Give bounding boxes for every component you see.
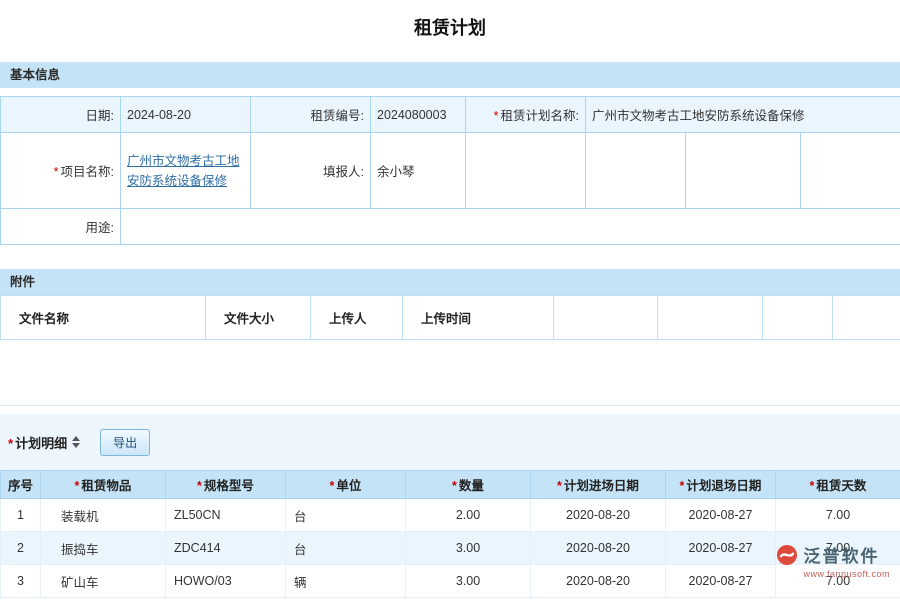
cell-rental-days: 7.00 <box>776 499 900 532</box>
cell-spec-model: ZL50CN <box>166 499 286 532</box>
purpose-label: 用途: <box>1 209 121 245</box>
empty-cell <box>686 133 801 209</box>
table-row: 3 矿山车 HOWO/03 辆 3.00 2020-08-20 2020-08-… <box>1 565 900 598</box>
required-marker: * <box>54 165 59 179</box>
cell-exit-date: 2020-08-27 <box>666 499 776 532</box>
table-row: 2 振捣车 ZDC414 台 3.00 2020-08-20 2020-08-2… <box>1 532 900 565</box>
attachments-empty-area <box>0 340 900 406</box>
empty-cell <box>801 133 900 209</box>
col-header-quantity: *数量 <box>406 471 531 499</box>
col-label: 单位 <box>336 479 361 493</box>
col-header-index: 序号 <box>1 471 41 499</box>
plan-details-header-row: 序号 *租赁物品 *规格型号 *单位 *数量 *计划进场日期 *计划退场日期 *… <box>1 471 900 499</box>
required-marker: * <box>8 436 13 451</box>
plan-details-table: 序号 *租赁物品 *规格型号 *单位 *数量 *计划进场日期 *计划退场日期 *… <box>0 470 900 598</box>
attach-col-uploader: 上传人 <box>311 296 403 340</box>
empty-cell <box>833 296 900 340</box>
cell-quantity: 2.00 <box>406 499 531 532</box>
cell-spec-model: HOWO/03 <box>166 565 286 598</box>
cell-spec-model: ZDC414 <box>166 532 286 565</box>
section-header-basic-info: 基本信息 <box>0 62 900 88</box>
empty-cell <box>586 133 686 209</box>
rental-no-label: 租赁编号: <box>251 97 371 133</box>
col-label: 计划退场日期 <box>686 479 761 493</box>
col-label: 租赁天数 <box>816 479 866 493</box>
cell-unit: 台 <box>286 499 406 532</box>
reporter-value: 余小琴 <box>371 133 466 209</box>
rental-no-value: 2024080003 <box>371 97 466 133</box>
table-row: 1 装载机 ZL50CN 台 2.00 2020-08-20 2020-08-2… <box>1 499 900 532</box>
page-title: 租赁计划 <box>0 0 900 42</box>
basic-info-row-1: 日期: 2024-08-20 租赁编号: 2024080003 *租赁计划名称:… <box>1 97 900 133</box>
attach-col-upload-time: 上传时间 <box>403 296 554 340</box>
project-name-label-text: 项目名称: <box>61 165 114 179</box>
cell-quantity: 3.00 <box>406 565 531 598</box>
date-label: 日期: <box>1 97 121 133</box>
sort-icon[interactable] <box>72 436 80 448</box>
cell-rental-item: 装载机 <box>41 499 166 532</box>
project-name-link[interactable]: 广州市文物考古工地安防系统设备保修 <box>127 151 244 191</box>
cell-exit-date: 2020-08-27 <box>666 532 776 565</box>
rental-plan-page: 租赁计划 基本信息 日期: 2024-08-20 租赁编号: 202408000… <box>0 0 900 600</box>
required-marker: * <box>330 479 335 493</box>
project-name-label: *项目名称: <box>1 133 121 209</box>
cell-rental-item: 振捣车 <box>41 532 166 565</box>
plan-details-toolbar: *计划明细 导出 <box>0 414 900 470</box>
plan-name-label-text: 租赁计划名称: <box>501 109 579 123</box>
empty-cell <box>658 296 763 340</box>
empty-cell <box>763 296 833 340</box>
project-name-cell: 广州市文物考古工地安防系统设备保修 <box>121 133 251 209</box>
col-header-rental-item: *租赁物品 <box>41 471 166 499</box>
plan-name-value: 广州市文物考古工地安防系统设备保修 <box>586 97 900 133</box>
basic-info-row-3: 用途: <box>1 209 900 245</box>
col-header-spec-model: *规格型号 <box>166 471 286 499</box>
basic-info-row-2: *项目名称: 广州市文物考古工地安防系统设备保修 填报人: 余小琴 <box>1 133 900 209</box>
cell-rental-days: 7.00 <box>776 532 900 565</box>
empty-cell <box>466 133 586 209</box>
col-header-entry-date: *计划进场日期 <box>531 471 666 499</box>
section-basic-info-label: 基本信息 <box>10 68 60 82</box>
col-label: 计划进场日期 <box>564 479 639 493</box>
cell-entry-date: 2020-08-20 <box>531 532 666 565</box>
col-header-exit-date: *计划退场日期 <box>666 471 776 499</box>
cell-unit: 台 <box>286 532 406 565</box>
attach-col-file-size: 文件大小 <box>206 296 311 340</box>
plan-name-label: *租赁计划名称: <box>466 97 586 133</box>
required-marker: * <box>75 479 80 493</box>
cell-index: 3 <box>1 565 41 598</box>
cell-unit: 辆 <box>286 565 406 598</box>
cell-quantity: 3.00 <box>406 532 531 565</box>
plan-details-section-label: *计划明细 <box>8 433 67 452</box>
cell-rental-days: 7.00 <box>776 565 900 598</box>
export-button[interactable]: 导出 <box>100 429 150 456</box>
required-marker: * <box>452 479 457 493</box>
date-value: 2024-08-20 <box>121 97 251 133</box>
cell-exit-date: 2020-08-27 <box>666 565 776 598</box>
cell-index: 1 <box>1 499 41 532</box>
reporter-label: 填报人: <box>251 133 371 209</box>
basic-info-table: 日期: 2024-08-20 租赁编号: 2024080003 *租赁计划名称:… <box>0 96 900 245</box>
cell-entry-date: 2020-08-20 <box>531 499 666 532</box>
col-header-unit: *单位 <box>286 471 406 499</box>
plan-details-label-text: 计划明细 <box>15 436 67 451</box>
col-label: 规格型号 <box>204 479 254 493</box>
cell-entry-date: 2020-08-20 <box>531 565 666 598</box>
required-marker: * <box>810 479 815 493</box>
cell-index: 2 <box>1 532 41 565</box>
col-label: 数量 <box>459 479 484 493</box>
required-marker: * <box>197 479 202 493</box>
section-header-attachments: 附件 <box>0 269 900 295</box>
section-attachments-label: 附件 <box>10 275 35 289</box>
attachments-header-row: 文件名称 文件大小 上传人 上传时间 <box>1 296 900 340</box>
empty-cell <box>554 296 658 340</box>
attach-col-file-name: 文件名称 <box>1 296 206 340</box>
purpose-value <box>121 209 900 245</box>
cell-rental-item: 矿山车 <box>41 565 166 598</box>
col-label: 租赁物品 <box>81 479 131 493</box>
attachments-table: 文件名称 文件大小 上传人 上传时间 <box>0 295 900 340</box>
required-marker: * <box>494 109 499 123</box>
required-marker: * <box>557 479 562 493</box>
col-header-rental-days: *租赁天数 <box>776 471 900 499</box>
required-marker: * <box>680 479 685 493</box>
